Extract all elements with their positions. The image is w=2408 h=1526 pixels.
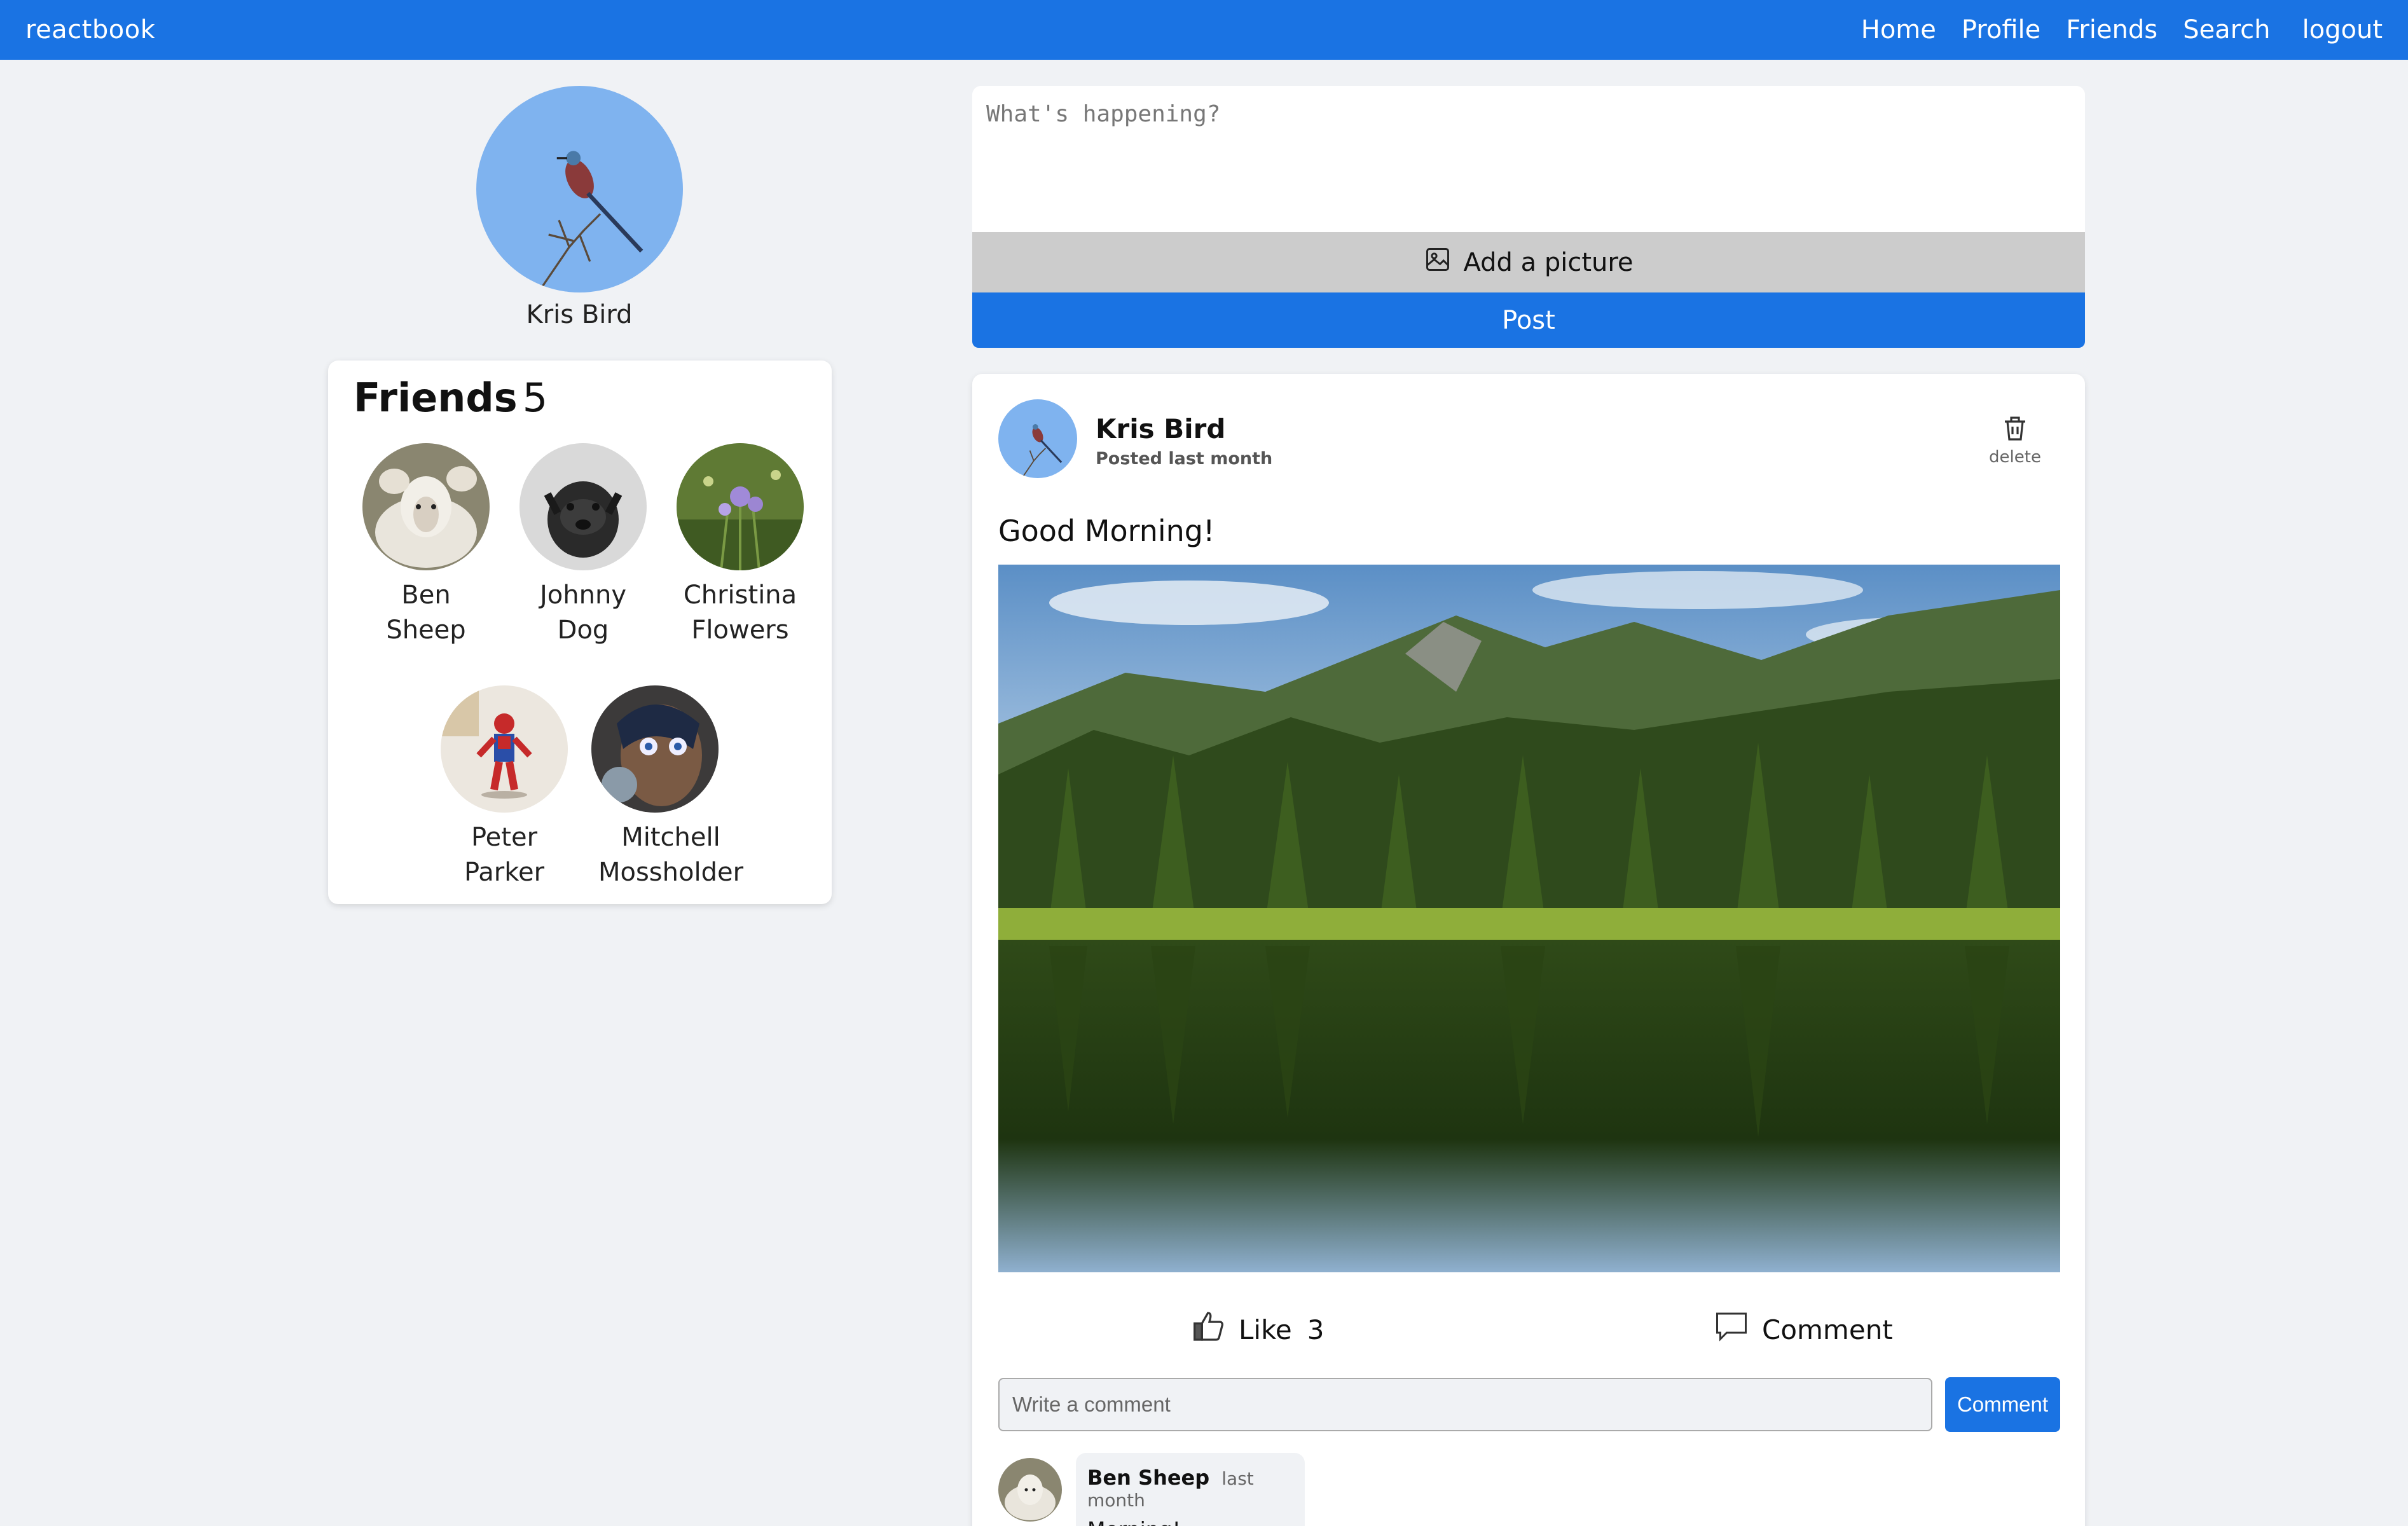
comment-label: Comment (1762, 1314, 1893, 1345)
friend-peter-parker[interactable]: Peter Parker (422, 685, 587, 890)
post-textarea[interactable] (972, 86, 2085, 232)
nav-friends[interactable]: Friends (2066, 15, 2157, 45)
friends-card: Friends 5 Ben Sheep Johnny Dog Christina… (328, 361, 832, 904)
post-author-name[interactable]: Kris Bird (1096, 413, 1225, 444)
comment-text: Morning! (1087, 1517, 1293, 1526)
friend-avatar[interactable] (591, 685, 719, 813)
comment-button[interactable]: Comment (1712, 1307, 1893, 1352)
nav-home[interactable]: Home (1861, 15, 1936, 45)
friend-name: Ben Sheep (343, 578, 509, 648)
add-picture-button[interactable]: Add a picture (972, 232, 2085, 292)
friends-title: Friends (354, 375, 518, 421)
speech-bubble-icon (1712, 1307, 1751, 1352)
nav-search[interactable]: Search (2183, 15, 2270, 45)
brand-logo[interactable]: reactbook (25, 15, 155, 45)
like-count: 3 (1307, 1314, 1324, 1345)
friend-last-name: Flowers (691, 615, 789, 645)
comment-header: Ben Sheep last month (1087, 1466, 1293, 1511)
friend-avatar[interactable] (362, 443, 490, 570)
friend-name: Mitchell Mossholder (572, 820, 769, 890)
friend-first-name: Johnny (540, 581, 626, 610)
friend-name: Christina Flowers (657, 578, 823, 648)
post-timestamp: Posted last month (1096, 449, 1273, 469)
friend-last-name: Parker (464, 858, 545, 887)
friend-ben-sheep[interactable]: Ben Sheep (343, 443, 509, 648)
friend-last-name: Mossholder (598, 858, 744, 887)
friend-name: Johnny Dog (500, 578, 666, 648)
post-author-avatar[interactable] (998, 399, 1077, 478)
logout-button[interactable]: logout (2302, 15, 2383, 45)
friend-christina-flowers[interactable]: Christina Flowers (657, 443, 823, 648)
top-navbar: reactbook Home Profile Friends Search lo… (0, 0, 2408, 60)
friend-last-name: Dog (557, 615, 609, 645)
post-text: Good Morning! (998, 514, 1215, 548)
comment-input[interactable] (998, 1378, 1932, 1431)
friend-first-name: Mitchell (621, 823, 720, 852)
image-icon (1424, 245, 1452, 280)
delete-label: delete (1989, 448, 2041, 467)
nav-profile[interactable]: Profile (1962, 15, 2040, 45)
friend-last-name: Sheep (386, 615, 466, 645)
friend-johnny-dog[interactable]: Johnny Dog (500, 443, 666, 648)
profile-name[interactable]: Kris Bird (389, 300, 770, 329)
post-button[interactable]: Post (972, 292, 2085, 348)
thumbs-up-icon (1192, 1309, 1227, 1351)
delete-post-button[interactable]: delete (1977, 412, 2053, 467)
friend-mitchell-mossholder[interactable]: Mitchell Mossholder (579, 685, 769, 890)
trash-icon (2000, 416, 2030, 446)
nav-links: Home Profile Friends Search logout (1861, 15, 2383, 45)
comment-submit-button[interactable]: Comment (1945, 1377, 2060, 1432)
profile-avatar[interactable] (476, 86, 683, 292)
friend-avatar[interactable] (519, 443, 647, 570)
friends-count: 5 (522, 375, 548, 421)
friend-first-name: Christina (683, 581, 797, 610)
comment-bubble: Ben Sheep last month Morning! (1076, 1453, 1305, 1526)
friends-heading: Friends 5 (354, 375, 547, 421)
like-label: Like (1239, 1314, 1292, 1345)
add-picture-label: Add a picture (1463, 247, 1634, 277)
friend-first-name: Peter (471, 823, 538, 852)
friend-first-name: Ben (401, 581, 451, 610)
commenter-avatar[interactable] (998, 1458, 1062, 1522)
friend-name: Peter Parker (422, 820, 587, 890)
post-image[interactable] (998, 565, 2060, 1272)
post-card: Kris Bird Posted last month delete Good … (972, 374, 2085, 1526)
friend-avatar[interactable] (677, 443, 804, 570)
post-composer (972, 86, 2085, 232)
friend-avatar[interactable] (441, 685, 568, 813)
like-button[interactable]: Like 3 (1192, 1309, 1324, 1351)
comment-author[interactable]: Ben Sheep (1087, 1466, 1209, 1490)
